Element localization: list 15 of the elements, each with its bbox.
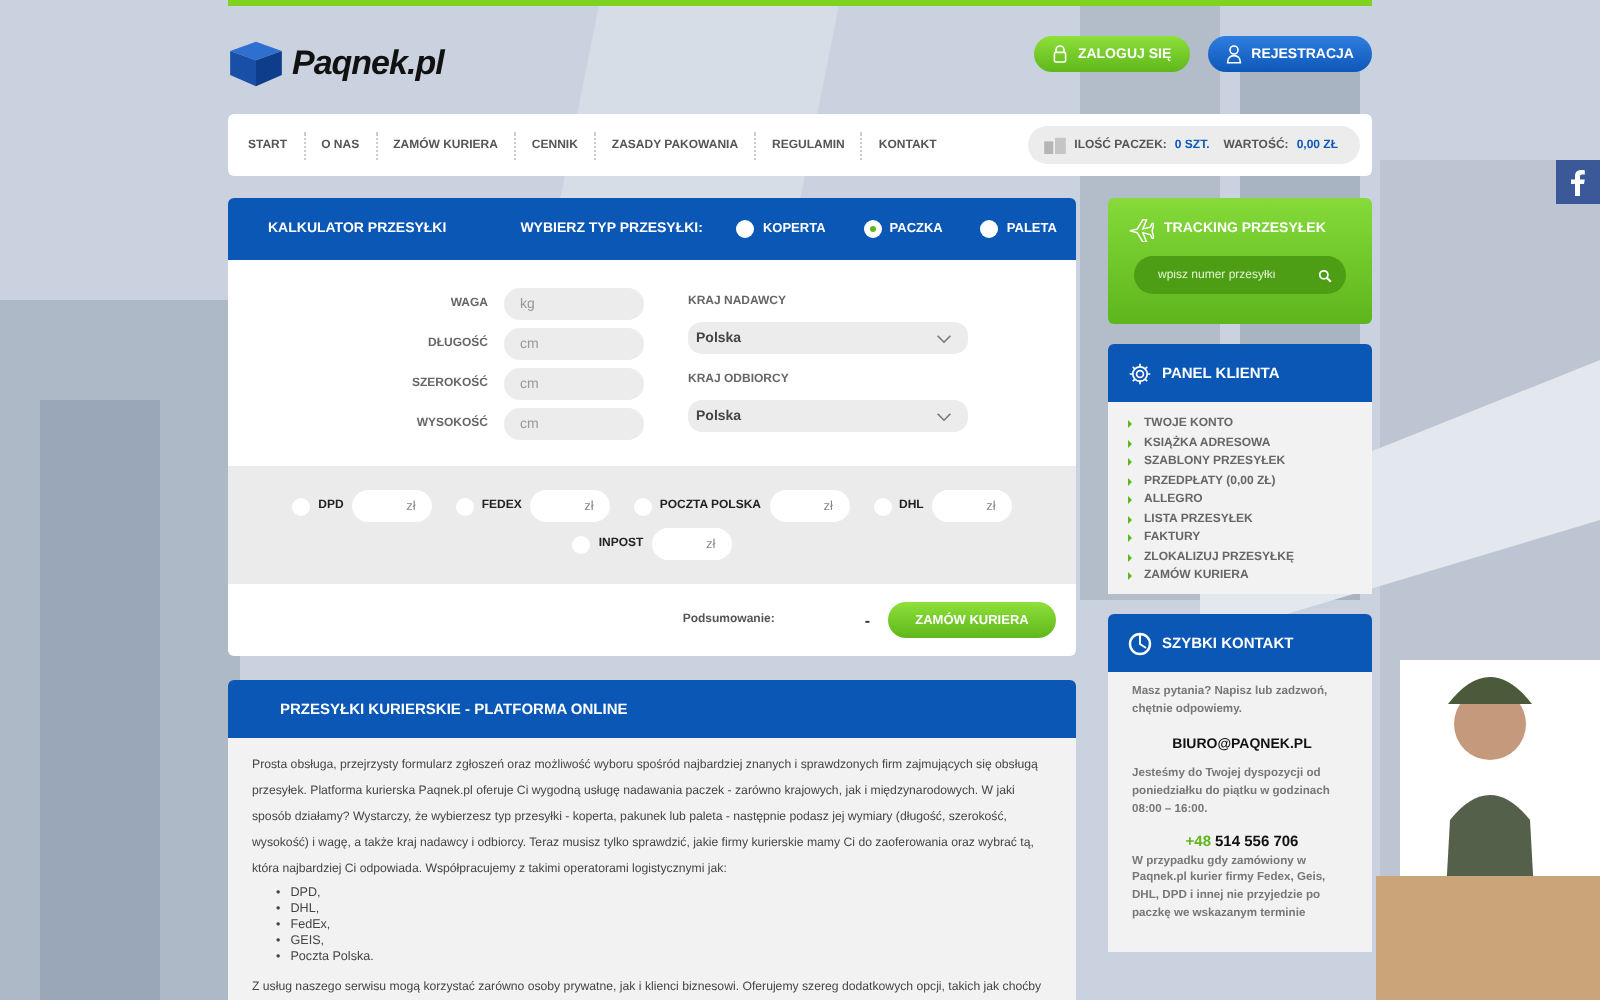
summary-value: -	[864, 611, 870, 629]
clock-icon	[1128, 631, 1152, 655]
box-icon	[228, 40, 284, 88]
gear-icon	[1128, 361, 1152, 385]
chevron-down-icon	[936, 411, 952, 421]
logo-text[interactable]: Paqnek.pl	[292, 44, 444, 84]
user-icon	[1225, 44, 1242, 64]
plane-icon	[1128, 216, 1154, 242]
chevron-down-icon	[936, 333, 952, 343]
radio-button[interactable]	[863, 220, 882, 238]
radio-button[interactable]	[980, 220, 999, 238]
lock-icon	[1051, 44, 1068, 64]
facebook-icon[interactable]	[1556, 160, 1600, 204]
radio-button[interactable]	[736, 220, 755, 238]
search-icon[interactable]	[1318, 265, 1332, 285]
